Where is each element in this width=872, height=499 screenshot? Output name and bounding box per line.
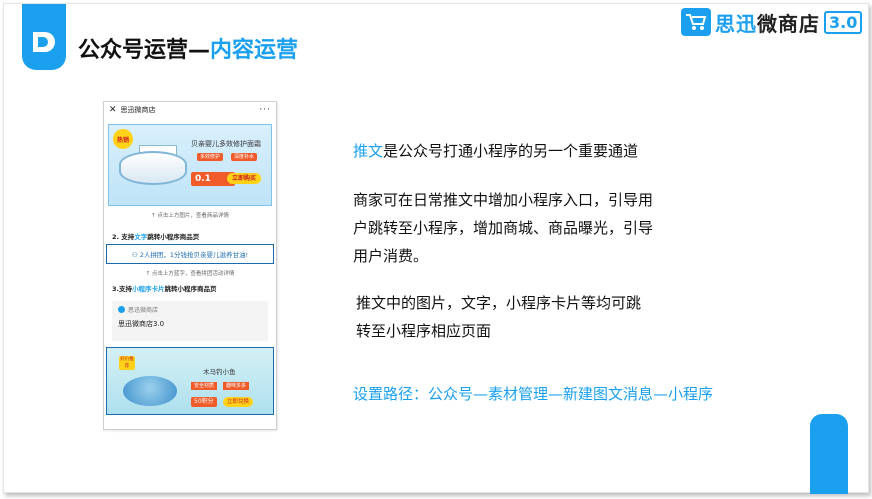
paragraph-3: 推文中的图片，文字，小程序卡片等均可跳 转至小程序相应页面 xyxy=(356,294,642,340)
brand-version: 3.0 xyxy=(824,10,863,34)
brand-d-logo-icon xyxy=(22,4,66,70)
hot-badge: 热销 xyxy=(113,129,133,149)
mini-program-card[interactable]: 思迅微商店 思迅微商店3.0 xyxy=(112,301,268,341)
slide: 公众号运营—内容运营 思迅微商店 3.0 ✕ 思迅微商店 ··· 热销 贝亲婴儿… xyxy=(0,0,872,499)
points-price: 50积分 xyxy=(191,397,217,407)
text-link[interactable]: ⚇ 2人拼团，1分钱抢贝亲婴儿滋养甘油! xyxy=(106,244,274,264)
paragraph-1: 推文是公众号打通小程序的另一个重要通道 xyxy=(353,142,639,160)
phone-screenshot: ✕ 思迅微商店 ··· 热销 贝亲婴儿多效修护面霜 多效修护 深度补水 0.1 … xyxy=(103,101,277,430)
brand-logo: 思迅微商店 3.0 xyxy=(681,7,863,37)
section-2-heading: 2. 支持文字跳转小程序商品页 xyxy=(112,233,200,241)
brand-name: 思迅微商店 xyxy=(715,11,820,36)
exchange-button[interactable]: 立即兑换 xyxy=(223,397,254,407)
product-tag: 安全材质 xyxy=(191,382,218,390)
paragraph-2: 商家可在日常推文中增加小程序入口，引导用 户跳转至小程序，增加商城、商品曝光，引… xyxy=(353,191,654,265)
close-icon[interactable]: ✕ xyxy=(109,105,117,115)
shopping-cart-icon xyxy=(681,8,711,36)
section-3-heading: 3.支持小程序卡片跳转小程序商品页 xyxy=(112,285,217,293)
mini-program-icon xyxy=(118,306,125,313)
decorative-tab xyxy=(810,414,848,494)
settings-path: 设置路径：公众号—素材管理—新建图文消息—小程序 xyxy=(353,385,714,403)
product-image-card[interactable]: 热销 贝亲婴儿多效修护面霜 多效修护 深度补水 0.1 立即购买 xyxy=(108,124,272,206)
page-title: 公众号运营—内容运营 xyxy=(78,32,298,64)
product-tag: 多效修护 xyxy=(197,153,224,161)
buy-button[interactable]: 立即购买 xyxy=(227,173,262,184)
mini-program-product-card[interactable]: 好价推荐 木马钓小鱼 安全材质 趣味多多 50积分 立即兑换 xyxy=(106,347,274,415)
phone-header-title: 思迅微商店 xyxy=(120,106,156,114)
toy-product-image xyxy=(123,376,177,406)
image-hint: ↑ 点击上方图片，查看商品详情 xyxy=(151,213,229,219)
product-tag: 趣味多多 xyxy=(223,382,250,390)
page-title-highlight: 内容运营 xyxy=(210,38,299,63)
mini-program-name: 思迅微商店3.0 xyxy=(118,320,165,328)
product-name: 木马钓小鱼 xyxy=(203,368,236,376)
recommend-badge: 好价推荐 xyxy=(119,356,135,370)
more-icon[interactable]: ··· xyxy=(259,105,271,115)
phone-header: ✕ 思迅微商店 ··· xyxy=(104,102,276,118)
text-hint: ↑ 点击上方蓝字，查看拼团活动详情 xyxy=(145,271,235,277)
product-tag: 深度补水 xyxy=(231,153,258,161)
mini-program-source: 思迅微商店 xyxy=(128,307,159,314)
product-name: 贝亲婴儿多效修护面霜 xyxy=(191,140,261,148)
product-jar-image xyxy=(119,151,187,185)
page-title-main: 公众号运营— xyxy=(78,38,211,63)
